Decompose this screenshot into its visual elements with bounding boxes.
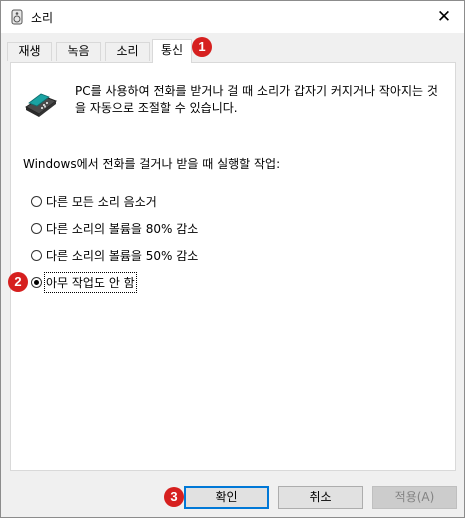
step-badge-2: 2 bbox=[8, 272, 28, 292]
action-question: Windows에서 전화를 걸거나 받을 때 실행할 작업: bbox=[23, 157, 281, 171]
option-mute-all[interactable]: 다른 모든 소리 음소거 bbox=[31, 192, 157, 210]
close-icon: ✕ bbox=[436, 7, 452, 27]
radio-button-checked[interactable] bbox=[31, 276, 42, 288]
option-label: 아무 작업도 안 함 bbox=[44, 271, 137, 293]
option-reduce-80[interactable]: 다른 소리의 볼륨을 80% 감소 bbox=[31, 219, 198, 237]
radio-button[interactable] bbox=[31, 249, 42, 261]
radio-button[interactable] bbox=[31, 195, 42, 207]
tab-recording[interactable]: 녹음 bbox=[56, 42, 101, 61]
tab-sounds[interactable]: 소리 bbox=[105, 42, 150, 61]
option-label: 다른 소리의 볼륨을 80% 감소 bbox=[46, 221, 199, 236]
cancel-button[interactable]: 취소 bbox=[278, 486, 363, 509]
tab-playback[interactable]: 재생 bbox=[7, 42, 52, 61]
tab-bar: 재생 녹음 소리 통신 bbox=[7, 39, 447, 63]
option-reduce-50[interactable]: 다른 소리의 볼륨을 50% 감소 bbox=[31, 246, 198, 264]
close-button[interactable]: ✕ bbox=[424, 1, 464, 33]
option-label: 다른 소리의 볼륨을 50% 감소 bbox=[46, 248, 199, 263]
sound-dialog: 소리 ✕ 재생 녹음 소리 통신 PC를 사용하여 전화를 받거나 걸 때 소리… bbox=[0, 0, 465, 518]
description-text: PC를 사용하여 전화를 받거나 걸 때 소리가 갑자기 커지거나 작아지는 것… bbox=[75, 84, 438, 115]
ok-button[interactable]: 확인 bbox=[184, 486, 269, 509]
title-bar: 소리 ✕ bbox=[1, 1, 464, 33]
apply-button[interactable]: 적용(A) bbox=[372, 486, 457, 509]
window-title: 소리 bbox=[31, 11, 54, 25]
radio-button[interactable] bbox=[31, 222, 42, 234]
option-label: 다른 모든 소리 음소거 bbox=[46, 194, 157, 209]
tab-communications[interactable]: 통신 bbox=[152, 39, 192, 63]
communications-panel: PC를 사용하여 전화를 받거나 걸 때 소리가 갑자기 커지거나 작아지는 것… bbox=[10, 62, 456, 471]
option-do-nothing[interactable]: 아무 작업도 안 함 bbox=[31, 271, 137, 293]
speaker-icon bbox=[11, 9, 23, 25]
telephone-icon bbox=[25, 93, 58, 117]
step-badge-3: 3 bbox=[164, 487, 184, 507]
step-badge-1: 1 bbox=[192, 37, 212, 57]
